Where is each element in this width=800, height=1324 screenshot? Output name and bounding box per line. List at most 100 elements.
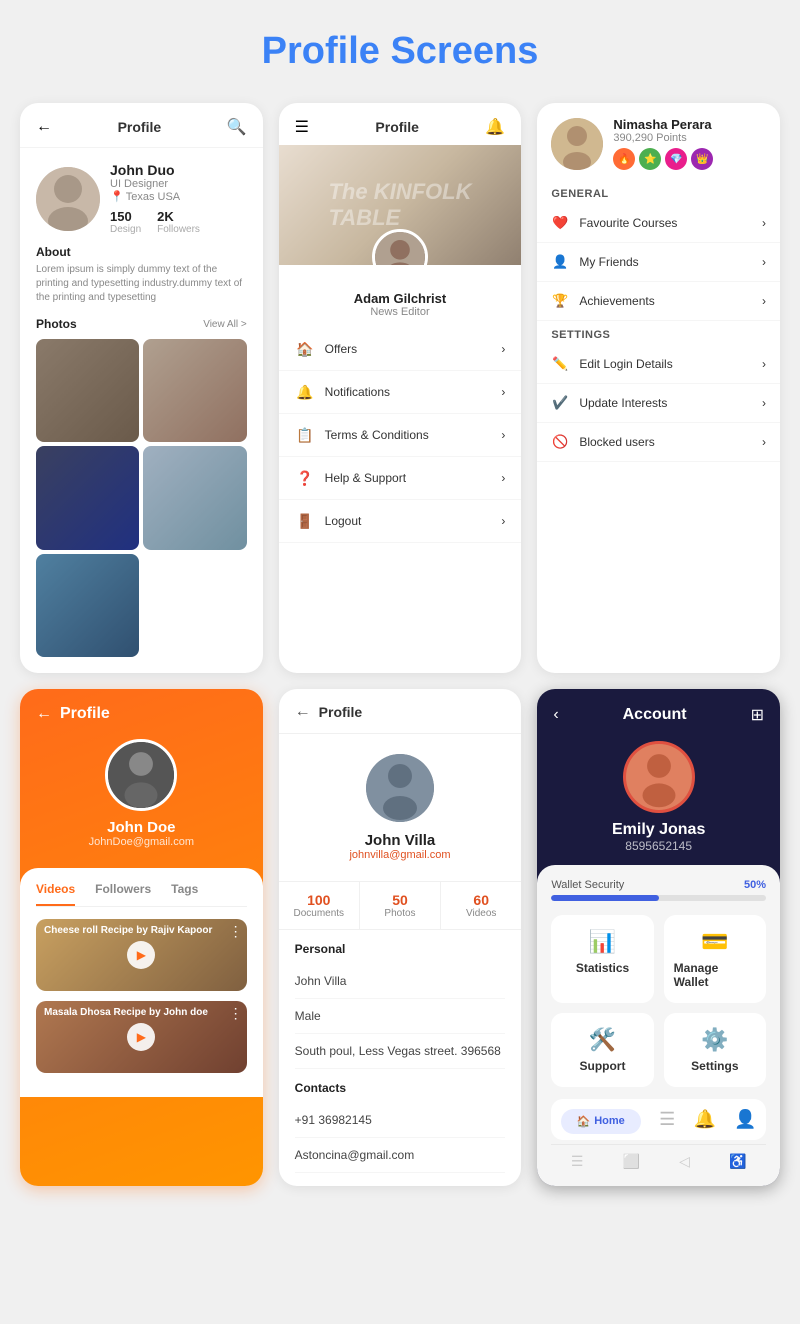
screen-nimasha: Nimasha Perara 390,290 Points 🔥 ⭐ 💎 👑 GE… — [537, 103, 780, 673]
s3-header: Nimasha Perara 390,290 Points 🔥 ⭐ 💎 👑 — [537, 103, 780, 180]
s6-bottom-nav: 🏠 Home ☰ 🔔 👤 — [551, 1099, 766, 1140]
s5-stats: 100 Documents 50 Photos 60 Videos — [279, 881, 522, 930]
more-icon[interactable]: ⋮ — [229, 923, 243, 940]
search-icon[interactable]: 🔍 — [227, 117, 247, 137]
s6-header: ‹ Account ⊞ — [537, 689, 780, 725]
play-button-1[interactable]: ▶ — [127, 941, 155, 969]
grid-manage-wallet[interactable]: 💳 Manage Wallet — [664, 915, 766, 1003]
help-icon: ❓ — [295, 468, 315, 488]
grid-support[interactable]: 🛠️ Support — [551, 1013, 653, 1087]
field-phone: +91 36982145 — [295, 1103, 506, 1138]
home-nav-icon: 🏠 — [577, 1115, 591, 1128]
settings-label: Settings — [691, 1059, 738, 1073]
s1-header: ← Profile 🔍 — [20, 103, 263, 148]
menu-logout[interactable]: 🚪Logout › — [279, 500, 522, 543]
back-icon[interactable]: ← — [36, 118, 52, 136]
sub-nav-square-icon[interactable]: ⬜ — [623, 1153, 640, 1170]
s5-profile-center: John Villa johnvilla@gmail.com — [279, 734, 522, 881]
play-button-2[interactable]: ▶ — [127, 1023, 155, 1051]
s5-header: ← Profile — [279, 689, 522, 734]
menu-update-interests[interactable]: ✔️Update Interests › — [537, 384, 780, 423]
wallet-label: Manage Wallet — [674, 961, 756, 989]
back-icon-s5[interactable]: ← — [295, 703, 311, 721]
wallet-icon: 💳 — [701, 929, 728, 955]
field-email-contact: Astoncina@gmail.com — [295, 1138, 506, 1173]
s5-personal-section: Personal John Villa Male South poul, Les… — [279, 930, 522, 1069]
s1-photo-grid — [20, 339, 263, 673]
menu-achievements[interactable]: 🏆Achievements › — [537, 282, 780, 321]
nav-list-icon[interactable]: ☰ — [659, 1109, 675, 1134]
chevron-right-icon: › — [762, 294, 766, 308]
s3-badges: 🔥 ⭐ 💎 👑 — [613, 148, 713, 170]
s1-user-info: John Duo UI Designer 📍 Texas USA 150 Des… — [20, 148, 263, 245]
page-title: Profile Screens — [262, 30, 539, 73]
menu-edit-login[interactable]: ✏️Edit Login Details › — [537, 345, 780, 384]
menu-icon[interactable]: ☰ — [295, 117, 309, 137]
menu-help[interactable]: ❓Help & Support › — [279, 457, 522, 500]
badge-2: ⭐ — [639, 148, 661, 170]
s4-tabs: Videos Followers Tags — [36, 882, 247, 907]
photo-1[interactable] — [36, 339, 139, 442]
trophy-icon: 🏆 — [551, 292, 569, 310]
progress-fill — [551, 895, 658, 901]
progress-value: 50% — [744, 879, 766, 891]
menu-favourite-courses[interactable]: ❤️Favourite Courses › — [537, 204, 780, 243]
nav-home[interactable]: 🏠 Home — [561, 1109, 641, 1134]
menu-notifications[interactable]: 🔔Notifications › — [279, 371, 522, 414]
home-icon: 🏠 — [295, 339, 315, 359]
menu-terms[interactable]: 📋Terms & Conditions › — [279, 414, 522, 457]
more-icon-2[interactable]: ⋮ — [229, 1005, 243, 1022]
progress-label: Wallet Security — [551, 879, 624, 891]
video-title-1: Cheese roll Recipe by Rajiv Kapoor — [44, 925, 223, 936]
doc-icon: 📋 — [295, 425, 315, 445]
s3-settings-menu: ✏️Edit Login Details › ✔️Update Interest… — [537, 345, 780, 462]
s6-body: Wallet Security 50% 📊 Statistics 💳 Manag… — [537, 865, 780, 1186]
statistics-icon: 📊 — [589, 929, 616, 955]
nav-profile-icon[interactable]: 👤 — [734, 1109, 756, 1134]
heart-icon: ❤️ — [551, 214, 569, 232]
s5-email: johnvilla@gmail.com — [349, 849, 450, 861]
grid-icon[interactable]: ⊞ — [751, 705, 764, 725]
nav-bell-icon[interactable]: 🔔 — [694, 1109, 716, 1134]
s1-user-details: John Duo UI Designer 📍 Texas USA 150 Des… — [110, 162, 200, 235]
tab-tags[interactable]: Tags — [171, 882, 198, 906]
s2-profile-role: News Editor — [279, 306, 522, 318]
logout-icon: 🚪 — [295, 511, 315, 531]
chevron-icon: › — [501, 514, 505, 528]
field-gender: Male — [295, 999, 506, 1034]
s2-title: Profile — [375, 119, 419, 135]
chevron-icon: › — [501, 428, 505, 442]
photo-4[interactable] — [143, 446, 246, 549]
grid-settings[interactable]: ⚙️ Settings — [664, 1013, 766, 1087]
s2-profile-name: Adam Gilchrist — [279, 291, 522, 306]
menu-blocked-users[interactable]: 🚫Blocked users › — [537, 423, 780, 462]
photo-3[interactable] — [36, 446, 139, 549]
s1-about: About Lorem ipsum is simply dummy text o… — [20, 245, 263, 313]
sub-nav-back-icon[interactable]: ◁ — [679, 1153, 690, 1170]
s6-name: Emily Jonas — [612, 821, 705, 839]
bell-icon[interactable]: 🔔 — [485, 117, 505, 137]
tab-videos[interactable]: Videos — [36, 882, 75, 906]
back-white-icon[interactable]: ← — [36, 705, 52, 723]
s6-phone: 8595652145 — [625, 839, 692, 853]
field-address: South poul, Less Vegas street. 396568 — [295, 1034, 506, 1069]
badge-3: 💎 — [665, 148, 687, 170]
s5-contacts-section: Contacts +91 36982145 Astoncina@gmail.co… — [279, 1069, 522, 1173]
video-card-2[interactable]: Masala Dhosa Recipe by John doe ⋮ ▶ — [36, 1001, 247, 1073]
support-icon: 🛠️ — [589, 1027, 616, 1053]
chevron-icon: › — [501, 471, 505, 485]
photo-5[interactable] — [36, 554, 139, 657]
s1-stats: 150 Design 2K Followers — [110, 209, 200, 235]
menu-offers[interactable]: 🏠Offers › — [279, 328, 522, 371]
screen-adam-gilchrist: ☰ Profile 🔔 The KINFOLKTABLE Adam Gilchr… — [279, 103, 522, 673]
s4-header: ← Profile — [20, 689, 263, 723]
video-card-1[interactable]: Cheese roll Recipe by Rajiv Kapoor ⋮ ▶ — [36, 919, 247, 991]
tab-followers[interactable]: Followers — [95, 882, 151, 906]
screen-john-doe-orange: ← Profile John Doe JohnDoe@gmail.com Vid… — [20, 689, 263, 1186]
sub-nav-menu-icon[interactable]: ☰ — [571, 1153, 584, 1170]
grid-statistics[interactable]: 📊 Statistics — [551, 915, 653, 1003]
photo-2[interactable] — [143, 339, 246, 442]
chevron-icon: › — [501, 385, 505, 399]
sub-nav-accessibility-icon[interactable]: ♿ — [729, 1153, 746, 1170]
menu-my-friends[interactable]: 👤My Friends › — [537, 243, 780, 282]
